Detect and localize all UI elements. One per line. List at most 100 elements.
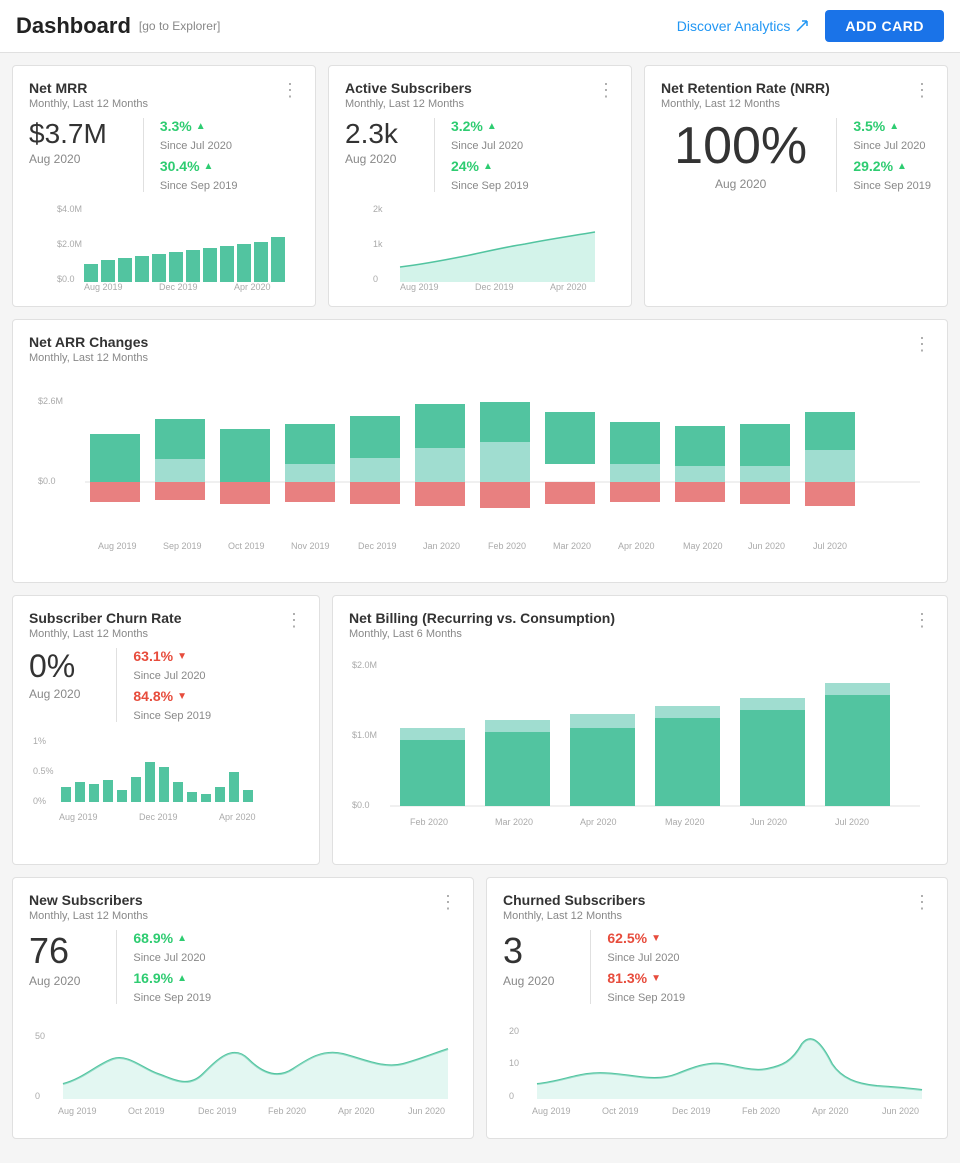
net-retention-date: Aug 2020 [661, 177, 820, 191]
svg-text:Dec 2019: Dec 2019 [198, 1106, 237, 1116]
svg-text:$2.6M: $2.6M [38, 396, 63, 406]
churned-subscribers-card: Churned Subscribers Monthly, Last 12 Mon… [486, 877, 948, 1139]
churned-sub-stat1-pct: 62.5% [607, 930, 647, 946]
new-subscribers-value: 76 [29, 930, 80, 972]
page-header: Dashboard [go to Explorer] Discover Anal… [0, 0, 960, 53]
svg-text:1%: 1% [33, 736, 46, 746]
nrr-stat2-label: Since Sep 2019 [853, 180, 931, 192]
svg-text:Aug 2019: Aug 2019 [58, 1106, 97, 1116]
new-subscribers-subtitle: Monthly, Last 12 Months [29, 910, 148, 922]
svg-text:$0.0: $0.0 [352, 800, 370, 810]
net-mrr-card: Net MRR Monthly, Last 12 Months ⋮ $3.7M … [12, 65, 316, 307]
subscriber-churn-title: Subscriber Churn Rate [29, 610, 181, 626]
net-retention-menu[interactable]: ⋮ [913, 80, 931, 101]
active-subscribers-subtitle: Monthly, Last 12 Months [345, 98, 472, 110]
churned-subscribers-menu[interactable]: ⋮ [913, 892, 931, 913]
churned-subscribers-title: Churned Subscribers [503, 892, 645, 908]
new-subscribers-chart: 50 0 Aug 2019 Oct 2019 Dec 2019 Feb 2020… [29, 1014, 457, 1124]
discover-analytics-button[interactable]: Discover Analytics [677, 18, 810, 34]
svg-text:0: 0 [35, 1091, 40, 1101]
new-subscribers-menu[interactable]: ⋮ [439, 892, 457, 913]
active-sub-stat1: 3.2% ▲ [451, 118, 529, 134]
net-arr-header: Net ARR Changes Monthly, Last 12 Months … [29, 334, 931, 364]
churned-subscribers-subtitle: Monthly, Last 12 Months [503, 910, 645, 922]
svg-text:0: 0 [509, 1091, 514, 1101]
svg-text:Feb 2020: Feb 2020 [488, 541, 526, 551]
net-mrr-date: Aug 2020 [29, 152, 107, 166]
net-mrr-menu[interactable]: ⋮ [281, 80, 299, 101]
down-arrow-icon-3: ▼ [651, 933, 661, 944]
new-sub-divider [116, 930, 117, 1004]
subscriber-churn-card: Subscriber Churn Rate Monthly, Last 12 M… [12, 595, 320, 865]
svg-text:Jul 2020: Jul 2020 [835, 817, 869, 827]
discover-analytics-label: Discover Analytics [677, 18, 791, 34]
churn-stats: 63.1% ▼ Since Jul 2020 84.8% ▼ Since Sep… [133, 648, 211, 722]
active-sub-stat2: 24% ▲ [451, 158, 529, 174]
net-arr-menu[interactable]: ⋮ [913, 334, 931, 355]
svg-text:Oct 2019: Oct 2019 [228, 541, 265, 551]
net-billing-menu[interactable]: ⋮ [913, 610, 931, 631]
active-subscribers-header: Active Subscribers Monthly, Last 12 Mont… [345, 80, 615, 110]
active-subscribers-value: 2.3k [345, 118, 398, 150]
active-sub-stat1-pct: 3.2% [451, 118, 483, 134]
churned-subscribers-main: 3 Aug 2020 [503, 930, 554, 988]
churn-stat1-pct: 63.1% [133, 648, 173, 664]
net-mrr-stat2-pct: 30.4% [160, 158, 200, 174]
churn-billing-row: Subscriber Churn Rate Monthly, Last 12 M… [12, 595, 948, 865]
svg-text:Nov 2019: Nov 2019 [291, 541, 330, 551]
net-billing-header: Net Billing (Recurring vs. Consumption) … [349, 610, 931, 640]
net-arr-subtitle: Monthly, Last 12 Months [29, 352, 148, 364]
svg-text:Aug 2019: Aug 2019 [98, 541, 137, 551]
churned-subscribers-date: Aug 2020 [503, 974, 554, 988]
net-mrr-title: Net MRR [29, 80, 148, 96]
net-retention-value: 100% [661, 118, 820, 175]
svg-text:Dec 2019: Dec 2019 [358, 541, 397, 551]
net-mrr-value: $3.7M [29, 118, 107, 150]
active-sub-stat1-label: Since Jul 2020 [451, 140, 529, 152]
svg-text:Apr 2020: Apr 2020 [219, 812, 256, 822]
active-subscribers-menu[interactable]: ⋮ [597, 80, 615, 101]
new-subscribers-main: 76 Aug 2020 [29, 930, 80, 988]
new-sub-stat1-label: Since Jul 2020 [133, 952, 211, 964]
svg-text:Apr 2020: Apr 2020 [812, 1106, 849, 1116]
svg-text:10: 10 [509, 1058, 519, 1068]
svg-text:Dec 2019: Dec 2019 [139, 812, 178, 822]
churned-sub-stat1: 62.5% ▼ [607, 930, 685, 946]
svg-text:Dec 2019: Dec 2019 [475, 282, 514, 292]
add-card-button[interactable]: ADD CARD [825, 10, 944, 42]
svg-text:Aug 2019: Aug 2019 [84, 282, 123, 292]
new-subscribers-header: New Subscribers Monthly, Last 12 Months … [29, 892, 457, 922]
svg-text:20: 20 [509, 1026, 519, 1036]
net-mrr-header: Net MRR Monthly, Last 12 Months ⋮ [29, 80, 299, 110]
net-retention-body: 100% Aug 2020 3.5% ▲ Since Jul 2020 29.2… [661, 118, 931, 192]
arr-changes-row: Net ARR Changes Monthly, Last 12 Months … [12, 319, 948, 583]
nrr-stat2: 29.2% ▲ [853, 158, 931, 174]
svg-text:Apr 2020: Apr 2020 [338, 1106, 375, 1116]
net-billing-subtitle: Monthly, Last 6 Months [349, 628, 615, 640]
new-sub-stat1: 68.9% ▲ [133, 930, 211, 946]
svg-text:Apr 2020: Apr 2020 [550, 282, 587, 292]
up-arrow-icon-1: ▲ [196, 121, 206, 132]
up-arrow-icon-2: ▲ [204, 161, 214, 172]
top-metric-row: Net MRR Monthly, Last 12 Months ⋮ $3.7M … [12, 65, 948, 307]
svg-text:Apr 2020: Apr 2020 [580, 817, 617, 827]
net-mrr-metrics: $3.7M Aug 2020 3.3% ▲ Since Jul 2020 30.… [29, 118, 299, 192]
subscriber-churn-menu[interactable]: ⋮ [285, 610, 303, 631]
churned-subscribers-metrics: 3 Aug 2020 62.5% ▼ Since Jul 2020 81.3% … [503, 930, 931, 1004]
churned-subscribers-chart: 20 10 0 Aug 2019 Oct 2019 Dec 2019 Feb 2… [503, 1014, 931, 1124]
svg-text:Jun 2020: Jun 2020 [750, 817, 787, 827]
svg-text:Aug 2019: Aug 2019 [59, 812, 98, 822]
down-arrow-icon-2: ▼ [177, 691, 187, 702]
up-arrow-icon-7: ▲ [177, 933, 187, 944]
explorer-link[interactable]: [go to Explorer] [139, 19, 220, 33]
svg-text:Mar 2020: Mar 2020 [495, 817, 533, 827]
active-sub-stat2-pct: 24% [451, 158, 479, 174]
up-arrow-icon-4: ▲ [483, 161, 493, 172]
nrr-stat2-pct: 29.2% [853, 158, 893, 174]
churned-sub-divider [590, 930, 591, 1004]
subscriber-churn-metrics: 0% Aug 2020 63.1% ▼ Since Jul 2020 84.8%… [29, 648, 303, 722]
down-arrow-icon-4: ▼ [651, 973, 661, 984]
svg-text:50: 50 [35, 1031, 45, 1041]
active-subscribers-divider [434, 118, 435, 192]
svg-text:Feb 2020: Feb 2020 [410, 817, 448, 827]
